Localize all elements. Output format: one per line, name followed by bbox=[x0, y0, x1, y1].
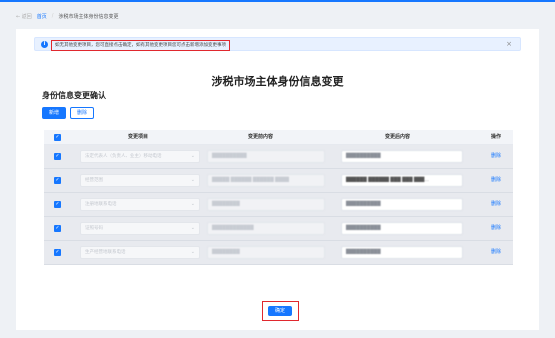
change-item-select[interactable]: 证照号码 ⌄ bbox=[80, 222, 200, 235]
change-table: ✓ 变更项目 变更前内容 变更后内容 操作 ✓ 法定代表人（负责人、业主）移动电… bbox=[44, 130, 513, 265]
chevron-down-icon: ⌄ bbox=[190, 201, 195, 207]
row-delete-link[interactable]: 删除 bbox=[491, 145, 501, 168]
after-content-input[interactable]: ██████ ██████ ███ ███ ███… bbox=[341, 174, 463, 187]
header-before: 变更前内容 bbox=[248, 134, 274, 140]
table-header: ✓ 变更项目 变更前内容 变更后内容 操作 bbox=[44, 130, 513, 145]
chevron-down-icon: ⌄ bbox=[190, 225, 195, 231]
breadcrumb-separator: / bbox=[51, 13, 54, 19]
chevron-down-icon: ⌄ bbox=[190, 177, 195, 183]
top-accent-bar bbox=[0, 0, 555, 2]
row-checkbox[interactable]: ✓ bbox=[54, 177, 61, 184]
table-row: ✓ 生产经营地联系电话 ⌄ ████████ ██████████ 删除 bbox=[44, 241, 513, 265]
chevron-down-icon: ⌄ bbox=[190, 153, 195, 159]
row-delete-link[interactable]: 删除 bbox=[491, 217, 501, 240]
before-content: █████ ██████ ██████ ████ bbox=[207, 174, 325, 187]
after-content-input[interactable]: ██████████ bbox=[341, 246, 463, 259]
row-delete-link[interactable]: 删除 bbox=[491, 169, 501, 192]
breadcrumb-home[interactable]: 首页 bbox=[37, 13, 47, 20]
table-row: ✓ 证照号码 ⌄ ████████████ ██████████ 删除 bbox=[44, 217, 513, 241]
row-checkbox[interactable]: ✓ bbox=[54, 153, 61, 160]
table-row: ✓ 注册地联系电话 ⌄ ████████ ██████████ 删除 bbox=[44, 193, 513, 217]
change-item-select[interactable]: 生产经营地联系电话 ⌄ bbox=[80, 246, 200, 259]
confirm-highlight-frame: 确定 bbox=[262, 301, 299, 321]
row-checkbox[interactable]: ✓ bbox=[54, 201, 61, 208]
row-checkbox[interactable]: ✓ bbox=[54, 249, 61, 256]
info-icon: i bbox=[41, 41, 48, 48]
row-delete-link[interactable]: 删除 bbox=[491, 241, 501, 264]
add-button[interactable]: 新增 bbox=[42, 107, 66, 119]
breadcrumb: ← 返回 首页 / 涉税市场主体身份信息变更 bbox=[16, 10, 119, 22]
before-content: ████████ bbox=[207, 198, 325, 211]
delete-button[interactable]: 删除 bbox=[70, 107, 94, 119]
header-after: 变更后内容 bbox=[385, 134, 411, 140]
confirm-button[interactable]: 确定 bbox=[268, 306, 292, 316]
close-icon[interactable]: × bbox=[506, 40, 512, 49]
row-delete-link[interactable]: 删除 bbox=[491, 193, 501, 216]
back-link[interactable]: ← 返回 bbox=[16, 13, 32, 20]
info-alert: i 如无其他变更项目，您可直接点击确定，如有其他变更项目您可点击新增添加变更事项… bbox=[34, 37, 521, 51]
table-row: ✓ 经营范围 ⌄ █████ ██████ ██████ ████ ██████ … bbox=[44, 169, 513, 193]
alert-message: 如无其他变更项目，您可直接点击确定，如有其他变更项目您可点击新增添加变更事项 bbox=[51, 39, 230, 51]
main-card: i 如无其他变更项目，您可直接点击确定，如有其他变更项目您可点击新增添加变更事项… bbox=[16, 29, 539, 330]
table-row: ✓ 法定代表人（负责人、业主）移动电话 ⌄ ██████████ ████████… bbox=[44, 145, 513, 169]
before-content: ████████████ bbox=[207, 222, 325, 235]
row-checkbox[interactable]: ✓ bbox=[54, 225, 61, 232]
header-item: 变更项目 bbox=[128, 134, 149, 140]
after-content-input[interactable]: ██████████ bbox=[341, 150, 463, 163]
header-action: 操作 bbox=[491, 134, 502, 140]
breadcrumb-current: 涉税市场主体身份信息变更 bbox=[58, 13, 119, 20]
after-content-input[interactable]: ██████████ bbox=[341, 198, 463, 211]
before-content: ████████ bbox=[207, 246, 325, 259]
change-item-select[interactable]: 法定代表人（负责人、业主）移动电话 ⌄ bbox=[80, 150, 200, 163]
select-all-checkbox[interactable]: ✓ bbox=[54, 133, 61, 141]
change-item-select[interactable]: 经营范围 ⌄ bbox=[80, 174, 200, 187]
page-title: 涉税市场主体身份信息变更 bbox=[211, 75, 344, 88]
change-item-select[interactable]: 注册地联系电话 ⌄ bbox=[80, 198, 200, 211]
after-content-input[interactable]: ██████████ bbox=[341, 222, 463, 235]
chevron-down-icon: ⌄ bbox=[190, 249, 195, 255]
section-title: 身份信息变更确认 bbox=[42, 91, 106, 100]
before-content: ██████████ bbox=[207, 150, 325, 163]
